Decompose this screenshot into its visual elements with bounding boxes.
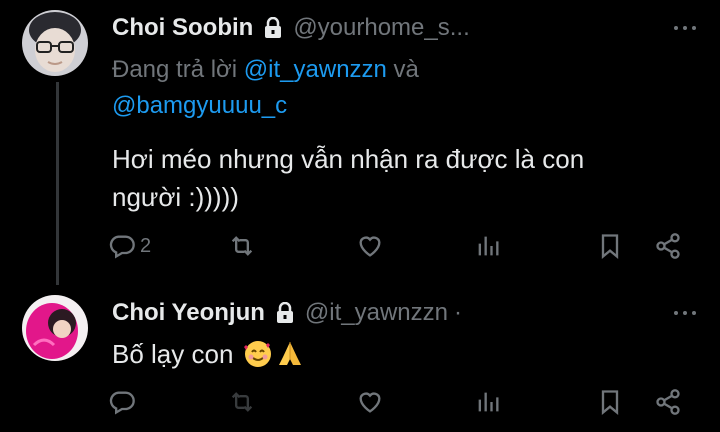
replying-to: Đang trả lời @it_yawnzzn và @bamgyuuuu_c: [112, 52, 672, 124]
tweet-2[interactable]: Choi Yeonjun @it_yawnzzn · Bố lạy con: [0, 285, 720, 432]
views-button[interactable]: [474, 229, 502, 263]
retweet-button[interactable]: [228, 385, 256, 419]
mention-link[interactable]: @it_yawnzzn: [244, 56, 387, 83]
reply-button[interactable]: [108, 385, 136, 419]
retweet-icon: [231, 236, 253, 256]
action-bar: [108, 385, 688, 419]
separator-dot: ·: [454, 299, 462, 326]
reply-icon: [109, 391, 135, 415]
tweet-text: Bố lạy con: [112, 335, 682, 373]
tweet-text-line: Hơi méo nhưng vẫn nhận ra được là con: [112, 144, 585, 174]
user-handle[interactable]: @yourhome_s...: [293, 14, 469, 42]
lock-icon: [275, 302, 295, 324]
lock-icon: [263, 17, 283, 39]
bookmark-button[interactable]: [596, 229, 624, 263]
avatar-soobin-image: [22, 10, 88, 76]
tweet-text-line: người :))))): [112, 182, 239, 212]
bookmark-button[interactable]: [596, 385, 624, 419]
views-icon: [478, 392, 499, 412]
retweet-button[interactable]: [228, 229, 256, 263]
mention-link[interactable]: @bamgyuuuu_c: [112, 92, 287, 119]
like-button[interactable]: [356, 385, 384, 419]
more-options-icon[interactable]: [674, 311, 696, 315]
like-button[interactable]: [356, 229, 384, 263]
avatar[interactable]: [22, 10, 88, 76]
reply-and: và: [386, 56, 419, 83]
retweet-icon: [231, 392, 253, 412]
folded-hands-icon: [275, 339, 305, 369]
reply-count: 2: [140, 234, 152, 257]
views-icon: [478, 236, 499, 256]
display-name[interactable]: Choi Soobin: [112, 14, 253, 42]
user-handle[interactable]: @it_yawnzzn: [305, 299, 448, 327]
bookmark-icon: [601, 390, 619, 415]
share-button[interactable]: [654, 229, 682, 263]
like-icon: [359, 392, 381, 413]
avatar[interactable]: [22, 295, 88, 361]
share-button[interactable]: [654, 385, 682, 419]
display-name[interactable]: Choi Yeonjun: [112, 299, 265, 327]
tweet-text-line: Bố lạy con: [112, 339, 234, 369]
smiling-face-with-hearts-icon: [243, 339, 273, 369]
share-icon: [656, 389, 680, 415]
tweet-header: Choi Soobin @yourhome_s...: [112, 10, 470, 46]
tweet-header: Choi Yeonjun @it_yawnzzn ·: [112, 295, 462, 331]
views-button[interactable]: [474, 385, 502, 419]
reply-button[interactable]: 2: [108, 229, 151, 263]
share-icon: [656, 233, 680, 259]
bookmark-icon: [601, 234, 619, 259]
thread-line: [56, 82, 59, 285]
reply-prefix: Đang trả lời: [112, 56, 244, 83]
reply-icon: [109, 235, 135, 259]
tweet-text: Hơi méo nhưng vẫn nhận ra được là con ng…: [112, 140, 682, 216]
action-bar: 2: [108, 229, 688, 263]
avatar-yeonjun-image: [22, 295, 88, 361]
more-options-icon[interactable]: [674, 26, 696, 30]
like-icon: [359, 236, 381, 257]
tweet-1[interactable]: Choi Soobin @yourhome_s... Đang trả lời …: [0, 0, 720, 285]
